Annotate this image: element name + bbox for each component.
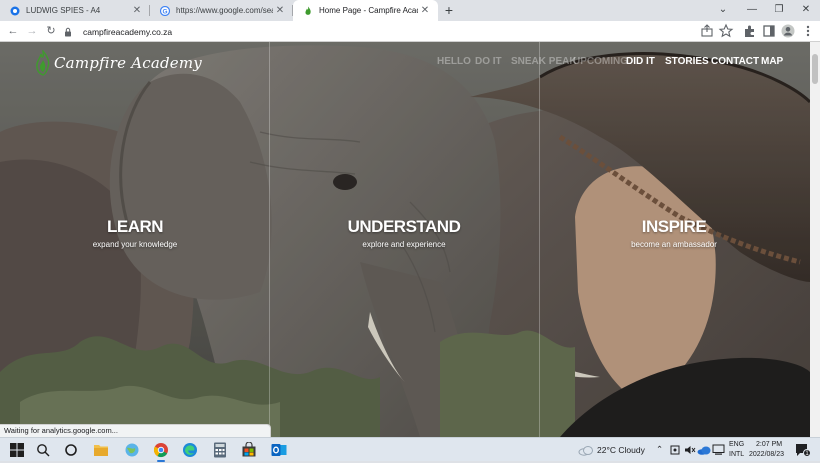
onedrive-cloud-icon[interactable] (697, 444, 711, 456)
clock-date[interactable]: 2022/08/23 (749, 451, 784, 458)
more-menu-icon[interactable] (800, 23, 816, 39)
column-learn[interactable]: LEARN expand your knowledge (0, 42, 270, 437)
window-close-icon[interactable]: ✕ (796, 2, 816, 18)
start-button[interactable] (8, 441, 26, 459)
column-subtitle: become an ambassador (631, 240, 717, 249)
column-understand[interactable]: UNDERSTAND explore and experience (269, 42, 539, 437)
browser-tab-strip: LUDWIG SPIES - A4 ✕ G https://www.google… (0, 0, 820, 21)
cortana-circle-icon (65, 444, 77, 456)
tab-title: LUDWIG SPIES - A4 (26, 6, 101, 15)
windows-logo-icon (10, 443, 24, 457)
store-bag-icon (242, 442, 256, 457)
app-favicon-icon (10, 6, 20, 15)
browser-toolbar: ← → ↻ campfireacademy.co.za (0, 21, 820, 42)
taskbar-store[interactable] (240, 441, 258, 459)
profile-avatar-icon[interactable] (780, 23, 796, 39)
chrome-icon (153, 443, 168, 458)
windows-taskbar: 22°C Cloudy ⌃ ENG INTL 2:07 PM 2022/08/2… (0, 437, 820, 462)
muted-speaker-icon[interactable] (684, 444, 696, 456)
tab-close-icon[interactable]: ✕ (418, 5, 432, 16)
back-arrow-icon[interactable]: ← (5, 23, 21, 39)
google-favicon-icon: G (160, 5, 170, 16)
tab-title: https://www.google.com/search?q (176, 6, 273, 15)
search-button[interactable] (34, 441, 52, 459)
tab-close-icon[interactable]: ✕ (273, 5, 287, 16)
taskbar-calculator[interactable] (211, 441, 229, 459)
column-title: UNDERSTAND (347, 217, 461, 236)
notification-center-button[interactable]: 1 (794, 442, 811, 458)
weather-text[interactable]: 22°C Cloudy (597, 445, 645, 455)
taskbar-app-maps[interactable] (123, 441, 141, 459)
column-inspire[interactable]: INSPIRE become an ambassador (539, 42, 810, 437)
language-indicator[interactable]: ENG (729, 441, 744, 448)
tab-ludwig-spies[interactable]: LUDWIG SPIES - A4 ✕ (0, 0, 150, 21)
globe-app-icon (125, 443, 139, 457)
share-icon[interactable] (699, 23, 715, 39)
notification-count-badge: 1 (803, 449, 811, 457)
minimize-icon[interactable]: — (742, 2, 762, 18)
calculator-icon (214, 442, 226, 458)
restore-icon[interactable]: ❐ (769, 2, 789, 18)
show-hidden-icons-chevron-icon[interactable]: ⌃ (656, 444, 663, 455)
keyboard-layout-indicator[interactable]: INTL (729, 451, 744, 458)
meet-now-icon[interactable] (669, 444, 681, 456)
tab-title: Home Page - Campfire Academy (319, 6, 418, 15)
outlook-icon (271, 444, 287, 456)
reload-icon[interactable]: ↻ (43, 23, 59, 39)
tab-search-icon[interactable]: ⌄ (713, 2, 733, 18)
taskbar-file-explorer[interactable] (92, 441, 110, 459)
taskbar-outlook[interactable] (270, 441, 288, 459)
edge-icon (183, 443, 197, 457)
url-text: campfireacademy.co.za (83, 26, 173, 37)
column-title: INSPIRE (641, 217, 707, 236)
tab-campfire-academy-active[interactable]: Home Page - Campfire Academy ✕ (293, 0, 438, 21)
column-subtitle: explore and experience (362, 240, 446, 249)
network-monitor-icon[interactable] (712, 444, 726, 456)
tab-google-search[interactable]: G https://www.google.com/search?q ✕ (150, 0, 293, 21)
search-icon (37, 444, 50, 457)
cloudy-weather-icon[interactable] (578, 444, 594, 456)
clock-time[interactable]: 2:07 PM (756, 441, 782, 448)
tab-close-icon[interactable]: ✕ (130, 5, 144, 16)
taskbar-chrome[interactable] (152, 441, 170, 462)
folder-icon (94, 445, 108, 456)
bookmark-star-icon[interactable] (718, 23, 734, 39)
campfire-favicon-icon (305, 6, 311, 15)
lock-icon[interactable] (63, 27, 73, 37)
page-viewport: Campfire Academy HELLO DO IT SNEAK PEAK … (0, 42, 810, 437)
side-panel-icon[interactable] (761, 23, 777, 39)
svg-text:G: G (162, 8, 167, 15)
forward-arrow-icon[interactable]: → (24, 23, 40, 39)
scrollbar-thumb[interactable] (812, 54, 818, 84)
column-subtitle: expand your knowledge (92, 240, 178, 249)
column-title: LEARN (106, 217, 164, 236)
page-scrollbar[interactable] (810, 42, 820, 437)
taskbar-edge[interactable] (181, 441, 199, 459)
browser-status-bubble: Waiting for analytics.google.com... (0, 424, 271, 437)
new-tab-button[interactable]: + (442, 2, 456, 18)
address-bar[interactable]: campfireacademy.co.za (63, 23, 733, 40)
extensions-puzzle-icon[interactable] (742, 23, 758, 39)
task-view-button[interactable] (62, 441, 80, 459)
